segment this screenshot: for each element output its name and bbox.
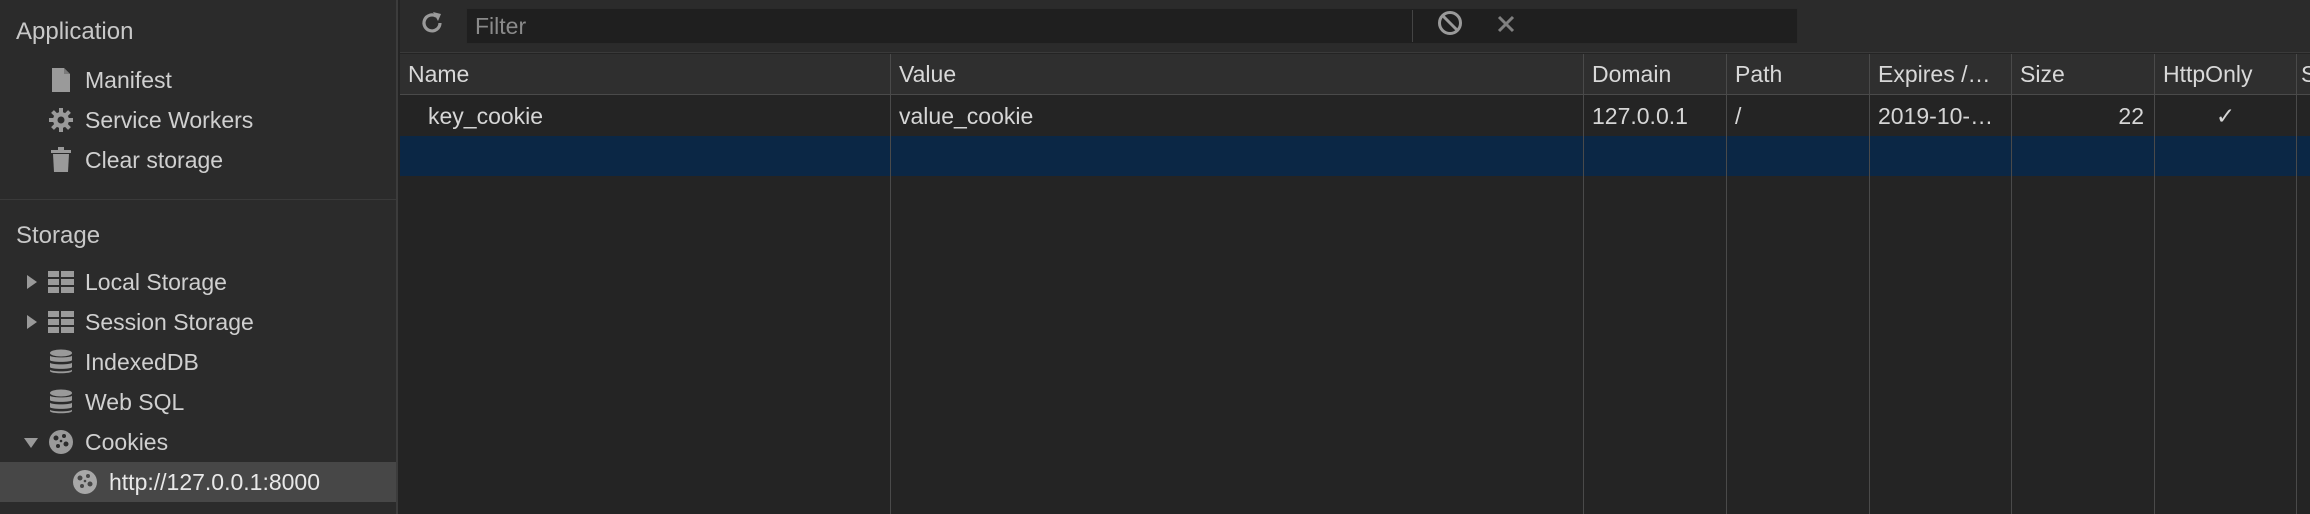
sidebar-item-indexeddb[interactable]: IndexedDB (0, 342, 396, 382)
block-icon (1437, 10, 1463, 42)
sidebar-item-manifest[interactable]: Manifest (0, 60, 396, 100)
column-divider[interactable] (1726, 54, 1727, 514)
trash-icon (47, 146, 75, 174)
expand-arrow-icon[interactable] (27, 275, 37, 289)
cookie-icon (47, 428, 75, 456)
column-header-name[interactable]: Name (400, 54, 890, 95)
sidebar-item-label: IndexedDB (85, 348, 199, 375)
table-row[interactable]: key_cookie value_cookie 127.0.0.1 / 2019… (400, 96, 2310, 136)
sidebar-item-clear-storage[interactable]: Clear storage (0, 140, 396, 180)
cell-httponly: ✓ (2215, 102, 2236, 129)
sidebar-item-service-workers[interactable]: Service Workers (0, 100, 396, 140)
grid-icon (47, 308, 75, 336)
cell-domain: 127.0.0.1 (1592, 102, 1688, 129)
sidebar-item-cookie-origin[interactable]: http://127.0.0.1:8000 (0, 462, 396, 502)
sidebar-item-label: Service Workers (85, 106, 254, 133)
cookie-icon (71, 468, 99, 496)
clear-all-button[interactable] (1436, 10, 1464, 42)
column-header-secure[interactable]: S (2297, 54, 2310, 95)
sidebar-item-label: Session Storage (85, 308, 254, 335)
sidebar-item-label: Web SQL (85, 388, 185, 415)
toolbar-divider (1412, 10, 1413, 42)
close-icon (1496, 13, 1516, 40)
sidebar-item-label: Manifest (85, 66, 172, 93)
cookie-table: Name Value Domain Path Expires /… Size H… (400, 54, 2310, 514)
column-header-path[interactable]: Path (1727, 54, 1869, 95)
sidebar-item-label: Local Storage (85, 268, 227, 295)
expand-arrow-icon[interactable] (27, 315, 37, 329)
column-header-expires[interactable]: Expires /… (1870, 54, 2011, 95)
column-header-size[interactable]: Size (2012, 54, 2154, 95)
database-icon (47, 348, 75, 376)
sidebar-item-cookies[interactable]: Cookies (0, 422, 396, 462)
filter-input[interactable] (466, 8, 1798, 44)
collapse-arrow-icon[interactable] (24, 438, 38, 448)
table-header-row: Name Value Domain Path Expires /… Size H… (400, 54, 2310, 95)
cell-size: 22 (2118, 102, 2144, 129)
column-divider[interactable] (2154, 54, 2155, 514)
grid-icon (47, 268, 75, 296)
cell-expires: 2019-10-… (1878, 102, 1994, 129)
sidebar-item-web-sql[interactable]: Web SQL (0, 382, 396, 422)
gear-icon (47, 106, 75, 134)
column-divider[interactable] (890, 54, 891, 514)
column-header-httponly[interactable]: HttpOnly (2155, 54, 2296, 95)
column-divider[interactable] (1869, 54, 1870, 514)
cell-value: value_cookie (899, 102, 1034, 129)
refresh-button[interactable] (418, 12, 446, 40)
database-icon (47, 388, 75, 416)
sidebar-divider (0, 199, 396, 200)
column-header-value[interactable]: Value (891, 54, 1583, 95)
toolbar (400, 0, 2310, 53)
delete-selected-button[interactable] (1492, 12, 1520, 40)
sidebar-item-label: http://127.0.0.1:8000 (109, 468, 321, 495)
sidebar: Application Manifest Service Workers Cle… (0, 0, 398, 514)
column-divider[interactable] (2296, 54, 2297, 514)
column-header-domain[interactable]: Domain (1584, 54, 1726, 95)
refresh-icon (419, 10, 445, 42)
cell-path: / (1735, 102, 1742, 129)
column-divider[interactable] (1583, 54, 1584, 514)
sidebar-item-local-storage[interactable]: Local Storage (0, 262, 396, 302)
application-section-title: Application (16, 18, 134, 45)
storage-section-title: Storage (16, 222, 101, 249)
sidebar-item-label: Clear storage (85, 146, 224, 173)
sidebar-item-label: Cookies (85, 428, 169, 455)
table-row-new-selected[interactable] (400, 136, 2310, 176)
column-divider[interactable] (2011, 54, 2012, 514)
sidebar-item-session-storage[interactable]: Session Storage (0, 302, 396, 342)
document-icon (47, 66, 75, 94)
cell-name: key_cookie (428, 102, 544, 129)
